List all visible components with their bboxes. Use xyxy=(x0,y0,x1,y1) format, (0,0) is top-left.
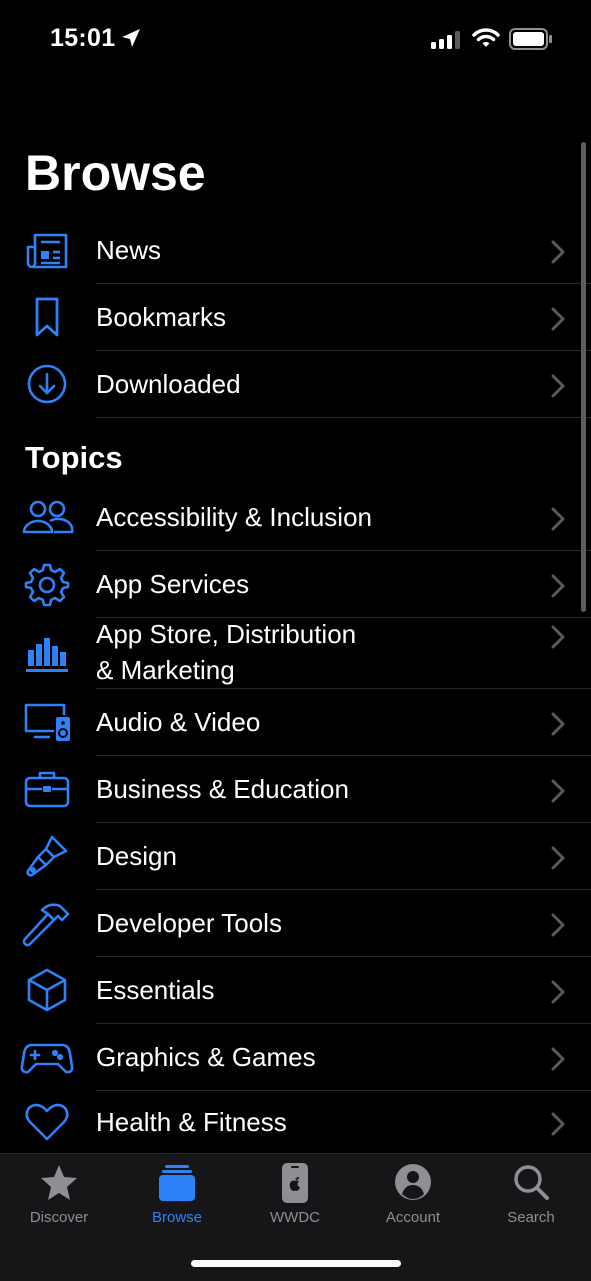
chevron-right-icon xyxy=(551,625,565,649)
list-item-app-services[interactable]: App Services xyxy=(0,551,591,618)
list-item-bookmarks[interactable]: Bookmarks xyxy=(0,284,591,351)
tab-label: Account xyxy=(385,1209,441,1226)
cellular-signal-icon xyxy=(431,31,460,49)
list-item-label-line1: App Store, Distribution xyxy=(96,619,357,649)
chevron-right-icon xyxy=(551,1047,565,1071)
list-item-essentials[interactable]: Essentials xyxy=(0,957,591,1024)
chevron-right-icon xyxy=(551,240,565,264)
list-item-app-store-distribution[interactable]: App Store, Distribution & Marketing xyxy=(0,618,591,689)
hammer-icon xyxy=(20,896,74,950)
stack-icon xyxy=(159,1165,195,1201)
scrollbar[interactable] xyxy=(581,142,586,612)
list-item-label: Health & Fitness xyxy=(96,1107,287,1137)
section-header-topics: Topics xyxy=(25,440,123,475)
tab-browse[interactable]: Browse xyxy=(118,1154,236,1244)
phone-apple-icon xyxy=(282,1163,308,1203)
chevron-right-icon xyxy=(551,307,565,331)
status-time: 15:01 xyxy=(50,24,116,52)
list-item-label-line2: & Marketing xyxy=(96,655,235,685)
chevron-right-icon xyxy=(551,574,565,598)
bookmark-icon xyxy=(20,290,74,344)
chevron-right-icon xyxy=(551,846,565,870)
list-item-label: Design xyxy=(96,841,177,871)
home-indicator xyxy=(191,1260,401,1267)
chevron-right-icon xyxy=(551,507,565,531)
list-item-health-fitness[interactable]: Health & Fitness xyxy=(0,1091,591,1153)
list-item-label: Audio & Video xyxy=(96,707,261,737)
list-item-label: Developer Tools xyxy=(96,908,282,938)
status-bar: 15:01 xyxy=(0,0,591,80)
chevron-right-icon xyxy=(551,980,565,1004)
chevron-right-icon xyxy=(551,374,565,398)
list-item-news[interactable]: News xyxy=(0,217,591,284)
chart-bars-icon xyxy=(20,626,74,680)
heart-icon xyxy=(20,1095,74,1149)
tab-label: Discover xyxy=(29,1209,89,1226)
cube-icon xyxy=(20,963,74,1017)
battery-icon xyxy=(509,28,552,50)
list-item-label: Downloaded xyxy=(96,369,241,399)
list-item-accessibility[interactable]: Accessibility & Inclusion xyxy=(0,484,591,551)
page-title: Browse xyxy=(25,145,206,201)
chevron-right-icon xyxy=(551,913,565,937)
list-item-label: News xyxy=(96,235,162,265)
list-item-label: Business & Education xyxy=(96,774,349,804)
gear-icon xyxy=(20,557,74,611)
game-controller-icon xyxy=(20,1030,74,1084)
tab-account[interactable]: Account xyxy=(354,1154,472,1244)
download-circle-icon xyxy=(20,357,74,411)
paintbrush-icon xyxy=(20,829,74,883)
tab-label: WWDC xyxy=(270,1209,320,1226)
chevron-right-icon xyxy=(551,712,565,736)
tab-discover[interactable]: Discover xyxy=(0,1154,118,1244)
wifi-icon xyxy=(472,28,500,47)
list-item-label: Accessibility & Inclusion xyxy=(96,502,372,532)
list-item-label: Essentials xyxy=(96,975,215,1005)
chevron-right-icon xyxy=(551,1112,565,1136)
list-item-label: App Services xyxy=(96,569,250,599)
list-item-label: Bookmarks xyxy=(96,302,227,332)
briefcase-icon xyxy=(20,762,74,816)
list-item-developer-tools[interactable]: Developer Tools xyxy=(0,890,591,957)
tab-wwdc[interactable]: WWDC xyxy=(236,1154,354,1244)
list-item-audio-video[interactable]: Audio & Video xyxy=(0,689,591,756)
separator xyxy=(96,417,591,418)
tab-search[interactable]: Search xyxy=(472,1154,590,1244)
list-item-downloaded[interactable]: Downloaded xyxy=(0,351,591,418)
list-item-graphics-games[interactable]: Graphics & Games xyxy=(0,1024,591,1091)
location-arrow-icon xyxy=(122,29,140,47)
display-speaker-icon xyxy=(20,695,74,749)
person-circle-icon xyxy=(395,1164,431,1200)
search-icon xyxy=(514,1165,549,1200)
tab-label: Browse xyxy=(151,1209,203,1226)
tab-label: Search xyxy=(507,1209,555,1226)
list-item-business-education[interactable]: Business & Education xyxy=(0,756,591,823)
people-icon xyxy=(20,490,74,544)
star-icon xyxy=(41,1165,77,1200)
list-item-design[interactable]: Design xyxy=(0,823,591,890)
chevron-right-icon xyxy=(551,779,565,803)
newspaper-icon xyxy=(20,223,74,277)
list-item-label: Graphics & Games xyxy=(96,1042,316,1072)
